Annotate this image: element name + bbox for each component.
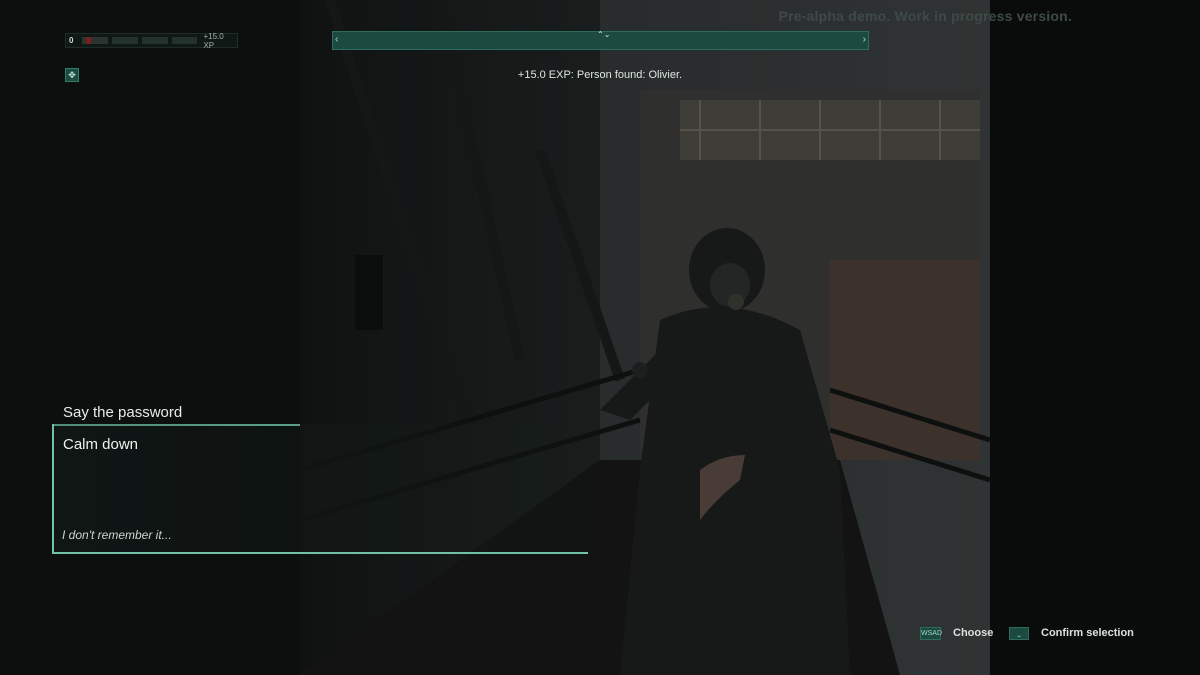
xp-segment: [141, 37, 168, 44]
dialogue-bottom-divider: [52, 552, 588, 554]
notification-text: +15.0 EXP: Person found: Olivier.: [517, 69, 683, 81]
compass-bar: ‹ ⌃⌄ ›: [332, 30, 869, 50]
game-scene: [0, 0, 1200, 675]
compass-center-icon: ⌃⌄: [597, 30, 611, 39]
xp-segment: [171, 37, 198, 44]
compass-right-icon: ›: [862, 34, 866, 45]
hint-choose: Choose: [953, 627, 994, 639]
xp-bar: 0 +15.0 XP: [65, 31, 238, 50]
xp-gain: +15.0 XP: [203, 31, 224, 50]
prealpha-watermark: Pre-alpha demo. Work in progress version…: [778, 8, 1072, 24]
dialogue-option[interactable]: I don't remember it...: [62, 528, 172, 542]
dialogue-option-selected[interactable]: Calm down: [63, 436, 138, 453]
xp-segment: [82, 37, 109, 44]
dialogue-prompt: Say the password: [63, 404, 183, 421]
wsad-key-icon: WSAD: [920, 627, 942, 640]
compass-left-icon: ‹: [335, 34, 339, 45]
xp-level: 0: [69, 36, 74, 45]
hint-confirm: Confirm selection: [1041, 627, 1134, 639]
space-key-icon: ⎵: [1009, 627, 1029, 640]
xp-segment: [112, 37, 138, 44]
